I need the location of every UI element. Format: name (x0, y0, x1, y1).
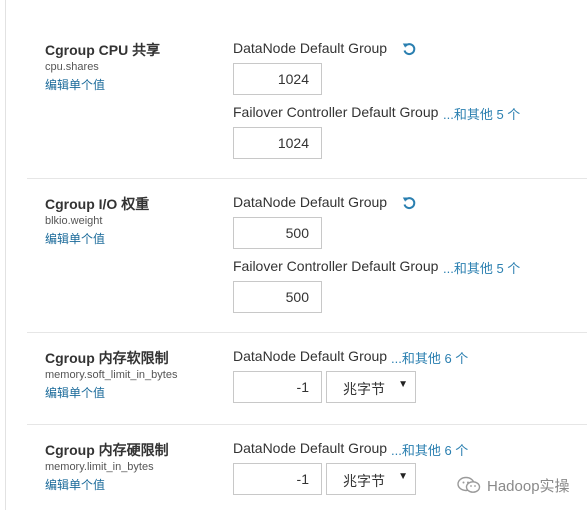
and-others-link[interactable]: ...和其他 5 个 (443, 104, 520, 123)
edit-individual-values-link[interactable]: 编辑单个值 (45, 230, 105, 247)
section-divider (27, 424, 587, 425)
value-input[interactable] (233, 217, 322, 249)
unit-select[interactable]: 兆字节 ▼ (326, 371, 416, 403)
setting-title: Cgroup 内存软限制 (45, 350, 169, 366)
undo-icon[interactable] (402, 196, 416, 210)
value-input[interactable] (233, 281, 322, 313)
undo-icon[interactable] (402, 42, 416, 56)
and-others-link[interactable]: ...和其他 6 个 (391, 348, 468, 367)
edit-individual-values-link[interactable]: 编辑单个值 (45, 476, 105, 493)
setting-title: Cgroup 内存硬限制 (45, 442, 169, 458)
group-label: Failover Controller Default Group (233, 258, 439, 274)
edit-individual-values-link[interactable]: 编辑单个值 (45, 76, 105, 93)
panel-left-border (5, 0, 6, 510)
caret-down-icon: ▼ (398, 471, 408, 482)
value-input[interactable] (233, 63, 322, 95)
edit-individual-values-link[interactable]: 编辑单个值 (45, 384, 105, 401)
group-label: DataNode Default Group (233, 40, 388, 56)
wechat-icon (457, 476, 481, 493)
setting-key: blkio.weight (45, 215, 103, 227)
unit-select-value: 兆字节 (343, 381, 385, 397)
setting-title: Cgroup I/O 权重 (45, 196, 150, 212)
setting-key: memory.limit_in_bytes (45, 461, 154, 473)
section-divider (27, 332, 587, 333)
group-label: DataNode Default Group (233, 194, 388, 210)
watermark-text: Hadoop实操 (487, 478, 570, 495)
and-others-link[interactable]: ...和其他 5 个 (443, 258, 520, 277)
group-label: DataNode Default Group (233, 440, 388, 456)
section-divider (27, 178, 587, 179)
value-input[interactable] (233, 463, 322, 495)
value-input[interactable] (233, 371, 322, 403)
and-others-link[interactable]: ...和其他 6 个 (391, 440, 468, 459)
value-input[interactable] (233, 127, 322, 159)
unit-select[interactable]: 兆字节 ▼ (326, 463, 416, 495)
unit-select-value: 兆字节 (343, 473, 385, 489)
caret-down-icon: ▼ (398, 379, 408, 390)
group-label: Failover Controller Default Group (233, 104, 439, 120)
setting-title: Cgroup CPU 共享 (45, 42, 161, 58)
setting-key: cpu.shares (45, 61, 99, 73)
group-label: DataNode Default Group (233, 348, 388, 364)
setting-key: memory.soft_limit_in_bytes (45, 369, 178, 381)
